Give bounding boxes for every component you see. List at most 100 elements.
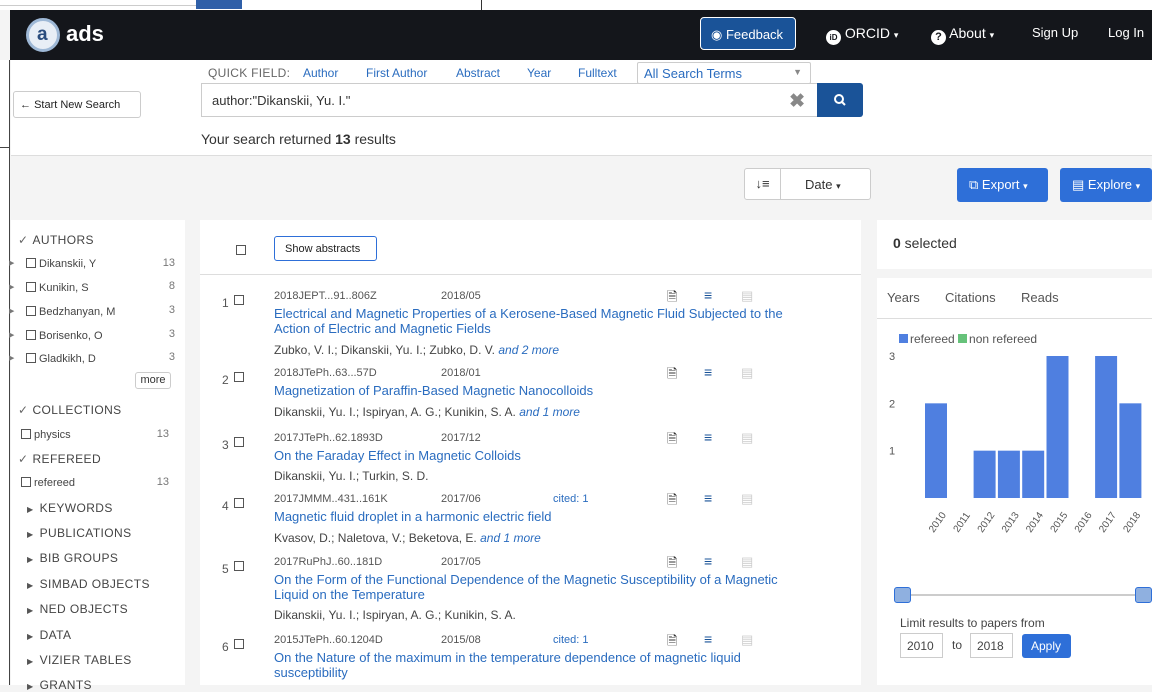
year-slider-track[interactable] <box>899 594 1147 596</box>
bar-2018[interactable] <box>1119 403 1142 498</box>
caret-right-icon: ▶ <box>27 632 34 641</box>
result-number: 1 <box>222 296 229 310</box>
quick-field-year[interactable]: Year <box>527 66 551 80</box>
search-input[interactable]: author:"Dikanskii, Yu. I." ✖ <box>201 83 818 117</box>
checkbox[interactable] <box>21 477 31 487</box>
sort-date-dropdown[interactable]: Date ▾ <box>805 177 841 192</box>
database-icon[interactable]: ▤ <box>741 365 753 381</box>
facet-heading-bib-groups[interactable]: ▶ BIB GROUPS <box>27 551 118 565</box>
facet-heading-simbad-objects[interactable]: ▶ SIMBAD OBJECTS <box>27 577 150 591</box>
search-terms-select[interactable]: All Search Terms ▼ <box>637 62 811 84</box>
pub-date: 2018/01 <box>441 367 481 379</box>
facet-author-item[interactable]: ▶ Gladkikh, D <box>9 353 96 365</box>
result-title[interactable]: Magnetic fluid droplet in a harmonic ele… <box>274 509 814 524</box>
facet-heading-grants[interactable]: ▶ GRANTS <box>27 678 92 692</box>
year-slider-start-handle[interactable] <box>894 587 911 603</box>
bar-2014[interactable] <box>1022 450 1045 498</box>
facet-heading-keywords[interactable]: ▶ KEYWORDS <box>27 501 113 515</box>
more-authors-link[interactable]: and 1 more <box>519 405 580 419</box>
citation-count[interactable]: cited: 1 <box>553 493 588 505</box>
export-button[interactable]: ⧉ Export ▾ <box>957 168 1048 202</box>
result-title[interactable]: On the Faraday Effect in Magnetic Colloi… <box>274 448 814 463</box>
citation-count[interactable]: cited: 1 <box>553 634 588 646</box>
facet-heading-vizier-tables[interactable]: ▶ VIZIER TABLES <box>27 653 132 667</box>
quick-field-fulltext[interactable]: Fulltext <box>578 66 617 80</box>
facet-author-item[interactable]: ▶ Kunikin, S <box>9 282 89 294</box>
sort-direction-icon[interactable]: ↓≡ <box>745 169 781 199</box>
facet-heading-publications[interactable]: ▶ PUBLICATIONS <box>27 526 132 540</box>
database-icon[interactable]: ▤ <box>741 430 753 446</box>
result-checkbox[interactable] <box>234 372 244 382</box>
bar-2013[interactable] <box>997 450 1020 498</box>
facet-heading-collections[interactable]: ✓ COLLECTIONS <box>18 403 122 417</box>
start-new-search-button[interactable]: ← Start New Search <box>13 91 141 118</box>
checkbox[interactable] <box>26 282 36 292</box>
quick-field-first-author[interactable]: First Author <box>366 66 427 80</box>
list-icon[interactable]: ≡ <box>704 490 712 506</box>
result-number: 4 <box>222 499 229 513</box>
search-button[interactable] <box>817 83 863 117</box>
year-to-input[interactable]: 2018 <box>970 633 1013 658</box>
result-checkbox[interactable] <box>234 561 244 571</box>
facet-heading-data[interactable]: ▶ DATA <box>27 628 71 642</box>
caret-right-icon: ▶ <box>27 530 34 539</box>
database-icon[interactable]: ▤ <box>741 491 753 507</box>
checkbox[interactable] <box>26 330 36 340</box>
checkbox[interactable] <box>26 258 36 268</box>
facet-author-item[interactable]: ▶ Dikanskii, Y <box>9 258 96 270</box>
more-authors-link[interactable]: and 2 more <box>498 343 559 357</box>
about-menu[interactable]: ? About ▾ <box>931 25 994 45</box>
signup-link[interactable]: Sign Up <box>1032 25 1078 40</box>
facet-heading-ned-objects[interactable]: ▶ NED OBJECTS <box>27 602 128 616</box>
tab-reads[interactable]: Reads <box>1021 290 1059 305</box>
ads-logo-icon[interactable]: a <box>26 18 60 52</box>
facet-refereed-item[interactable]: refereed <box>21 477 75 489</box>
checkbox[interactable] <box>21 429 31 439</box>
checkbox[interactable] <box>26 353 36 363</box>
bar-2017[interactable] <box>1095 356 1118 498</box>
list-icon[interactable]: ≡ <box>704 364 712 380</box>
list-icon[interactable]: ≡ <box>704 631 712 647</box>
logo-text[interactable]: ads <box>66 21 104 47</box>
more-authors-button[interactable]: more <box>135 372 171 389</box>
year-from-input[interactable]: 2010 <box>900 633 943 658</box>
bar-2015[interactable] <box>1046 356 1069 498</box>
database-icon[interactable]: ▤ <box>741 288 753 304</box>
select-all-checkbox[interactable] <box>236 245 246 255</box>
clear-search-icon[interactable]: ✖ <box>789 90 805 113</box>
explore-button[interactable]: ▤ Explore ▾ <box>1060 168 1152 202</box>
result-title[interactable]: On the Form of the Functional Dependence… <box>274 572 814 602</box>
result-checkbox[interactable] <box>234 498 244 508</box>
list-icon[interactable]: ≡ <box>704 429 712 445</box>
result-title[interactable]: Magnetization of Paraffin-Based Magnetic… <box>274 383 814 398</box>
facet-author-item[interactable]: ▶ Bedzhanyan, M <box>9 306 115 318</box>
quick-field-abstract[interactable]: Abstract <box>456 66 500 80</box>
x-tick-label: 2010 <box>927 510 949 535</box>
tab-years[interactable]: Years <box>887 290 920 305</box>
tab-citations[interactable]: Citations <box>945 290 996 305</box>
database-icon[interactable]: ▤ <box>741 632 753 648</box>
login-link[interactable]: Log In <box>1108 25 1144 40</box>
checkbox[interactable] <box>26 306 36 316</box>
list-icon[interactable]: ≡ <box>704 287 712 303</box>
apply-button[interactable]: Apply <box>1022 634 1071 658</box>
bar-2010[interactable] <box>925 403 947 498</box>
feedback-button[interactable]: ◉ Feedback <box>700 17 796 50</box>
result-checkbox[interactable] <box>234 437 244 447</box>
orcid-menu[interactable]: iD ORCID ▾ <box>826 25 898 45</box>
facet-heading-authors[interactable]: ✓ AUTHORS <box>18 233 94 247</box>
facet-heading-refereed[interactable]: ✓ REFEREED <box>18 452 101 466</box>
list-icon[interactable]: ≡ <box>704 553 712 569</box>
quick-field-author[interactable]: Author <box>303 66 338 80</box>
bar-2012[interactable] <box>973 450 996 498</box>
year-slider-end-handle[interactable] <box>1135 587 1152 603</box>
result-checkbox[interactable] <box>234 639 244 649</box>
result-title[interactable]: On the Nature of the maximum in the temp… <box>274 650 814 680</box>
more-authors-link[interactable]: and 1 more <box>480 531 541 545</box>
result-title[interactable]: Electrical and Magnetic Properties of a … <box>274 306 814 336</box>
facet-author-item[interactable]: ▶ Borisenko, O <box>9 330 103 342</box>
show-abstracts-button[interactable]: Show abstracts <box>274 236 377 261</box>
facet-collection-item[interactable]: physics <box>21 429 71 441</box>
result-checkbox[interactable] <box>234 295 244 305</box>
database-icon[interactable]: ▤ <box>741 554 753 570</box>
